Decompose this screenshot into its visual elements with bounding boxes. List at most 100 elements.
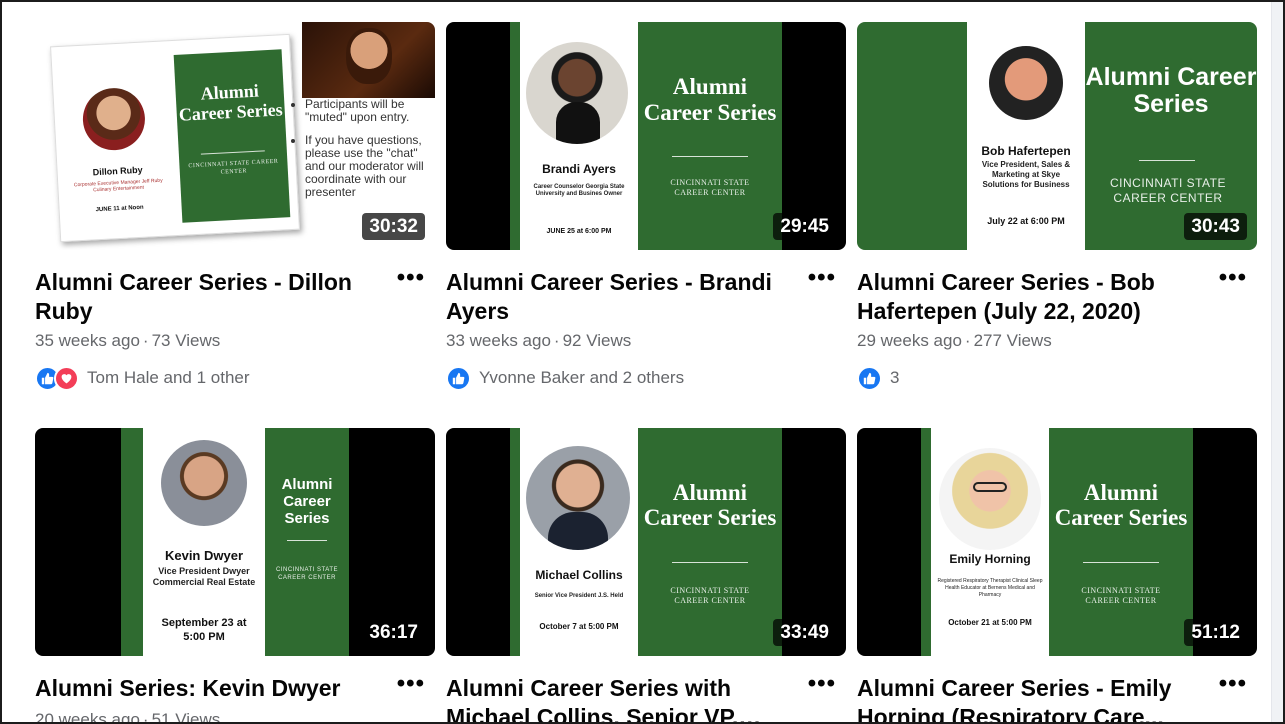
- vertical-scrollbar[interactable]: [1271, 2, 1283, 722]
- video-thumbnail[interactable]: Bob Hafertepen Vice President, Sales & M…: [857, 22, 1257, 250]
- reaction-icons: [857, 365, 882, 391]
- video-card[interactable]: Brandi Ayers Career Counselor Georgia St…: [446, 22, 846, 391]
- video-duration: 30:32: [362, 213, 425, 240]
- divider: [200, 150, 265, 155]
- green-panel: Alumni Career Series CINCINNATI STATE CA…: [638, 22, 782, 250]
- career-center-label: CINCINNATI STATE CAREER CENTER: [1081, 586, 1161, 605]
- more-options-icon[interactable]: •••: [1219, 672, 1247, 696]
- video-title-row: Alumni Career Series - Brandi Ayers •••: [446, 266, 846, 326]
- presenter-photo: [989, 46, 1063, 120]
- series-title: Alumni Career Series: [1054, 480, 1188, 530]
- career-center-label: CINCINNATI STATE CAREER CENTER: [276, 567, 338, 581]
- video-thumbnail[interactable]: Emily Horning Registered Respiratory The…: [857, 428, 1257, 656]
- presenter-photo: [526, 42, 628, 144]
- video-meta: 35 weeks ago · 73 Views: [35, 331, 220, 351]
- video-views: 277 Views: [973, 331, 1052, 350]
- love-icon: [54, 365, 79, 391]
- career-center-label: CINCINNATI STATE CAREER CENTER: [188, 158, 279, 176]
- video-grid: Dillon Ruby Corporate Executive Manager …: [0, 0, 1285, 724]
- separator: ·: [964, 331, 971, 350]
- video-card[interactable]: Dillon Ruby Corporate Executive Manager …: [35, 22, 435, 391]
- more-options-icon[interactable]: •••: [397, 672, 425, 696]
- reactions-row[interactable]: 3: [857, 365, 899, 391]
- reactions-text: 3: [890, 368, 900, 387]
- more-options-icon[interactable]: •••: [1219, 266, 1247, 290]
- divider: [287, 540, 327, 541]
- bullet-item: Participants will be "muted" upon entry.: [305, 98, 433, 124]
- presenter-photo: [526, 446, 630, 550]
- video-views: 92 Views: [562, 331, 632, 350]
- green-panel: Alumni Career Series CINCINNATI STATE CA…: [265, 428, 349, 656]
- event-date: JUNE 25 at 6:00 PM: [546, 228, 612, 235]
- presenter-photo: [81, 86, 147, 152]
- video-age: 20 weeks ago: [35, 710, 140, 724]
- event-date: October 7 at 5:00 PM: [539, 622, 619, 631]
- video-card[interactable]: Kevin Dwyer Vice President Dwyer Commerc…: [35, 428, 435, 722]
- reactions-row[interactable]: Yvonne Baker and 2 others: [446, 365, 684, 391]
- reactions-text: Tom Hale and 1 other: [87, 368, 250, 387]
- video-meta: 33 weeks ago · 92 Views: [446, 331, 631, 351]
- more-options-icon[interactable]: •••: [397, 266, 425, 290]
- presenter-name: Emily Horning: [949, 552, 1031, 566]
- event-date: JUNE 11 at Noon: [95, 204, 144, 214]
- presenter-name: Michael Collins: [535, 568, 623, 582]
- series-title: Alumni Career Series: [643, 74, 777, 125]
- green-strip: [510, 22, 520, 250]
- presenter-role: Vice President, Sales & Marketing at Sky…: [981, 160, 1071, 189]
- series-title: Alumni Career Series: [1085, 63, 1257, 118]
- video-age: 33 weeks ago: [446, 331, 551, 350]
- video-duration: 36:17: [362, 619, 425, 646]
- video-thumbnail[interactable]: Michael Collins Senior Vice President J.…: [446, 428, 846, 656]
- video-title[interactable]: Alumni Career Series - Bob Hafertepen (J…: [857, 268, 1202, 326]
- reactions-text: Yvonne Baker and 2 others: [479, 368, 685, 387]
- career-center-label: CINCINNATI STATE CAREER CENTER: [670, 586, 750, 605]
- video-card[interactable]: Michael Collins Senior Vice President J.…: [446, 428, 846, 722]
- shirt: [556, 102, 600, 144]
- bullet-item: If you have questions, please use the "c…: [305, 134, 433, 199]
- divider: [672, 156, 748, 157]
- video-card[interactable]: Emily Horning Registered Respiratory The…: [857, 428, 1257, 722]
- slide-white-panel: Bob Hafertepen Vice President, Sales & M…: [967, 22, 1085, 250]
- video-thumbnail[interactable]: Dillon Ruby Corporate Executive Manager …: [35, 22, 435, 250]
- video-title[interactable]: Alumni Career Series with Michael Collin…: [446, 674, 791, 722]
- video-thumbnail[interactable]: Kevin Dwyer Vice President Dwyer Commerc…: [35, 428, 435, 656]
- reactions-row[interactable]: Tom Hale and 1 other: [35, 365, 250, 391]
- green-strip: [921, 428, 931, 656]
- suit: [548, 512, 608, 550]
- divider: [1139, 160, 1195, 161]
- green-panel: Alumni Career Series CINCINNATI STATE CA…: [638, 428, 782, 656]
- video-card[interactable]: Bob Hafertepen Vice President, Sales & M…: [857, 22, 1257, 391]
- video-title[interactable]: Alumni Career Series - Dillon Ruby: [35, 268, 380, 326]
- slide-white-panel: Michael Collins Senior Vice President J.…: [520, 428, 638, 656]
- separator: ·: [553, 331, 560, 350]
- reaction-icons: [35, 365, 79, 391]
- presenter-photo: [939, 448, 1041, 550]
- video-title[interactable]: Alumni Career Series - Brandi Ayers: [446, 268, 791, 326]
- glasses: [973, 482, 1007, 492]
- video-title-row: Alumni Career Series with Michael Collin…: [446, 672, 846, 723]
- more-options-icon[interactable]: •••: [808, 266, 836, 290]
- presenter-role: Registered Respiratory Therapist Clinica…: [937, 578, 1043, 598]
- slide-bullets: Participants will be "muted" upon entry.…: [293, 98, 433, 209]
- series-title: Alumni Career Series: [643, 480, 777, 530]
- video-duration: 51:12: [1184, 619, 1247, 646]
- career-center-label: CINCINNATI STATE CAREER CENTER: [670, 178, 750, 197]
- video-thumbnail[interactable]: Brandi Ayers Career Counselor Georgia St…: [446, 22, 846, 250]
- like-icon: [446, 365, 471, 391]
- slide-white-panel: Brandi Ayers Career Counselor Georgia St…: [520, 22, 638, 250]
- green-strip: [121, 428, 143, 656]
- more-options-icon[interactable]: •••: [808, 672, 836, 696]
- presenter-name: Dillon Ruby: [92, 164, 143, 178]
- presenter-name: Brandi Ayers: [542, 162, 616, 176]
- slide-white-panel: Emily Horning Registered Respiratory The…: [931, 428, 1049, 656]
- slide-white-panel: Kevin Dwyer Vice President Dwyer Commerc…: [143, 428, 265, 656]
- green-panel: Alumni Career Series CINCINNATI STATE CA…: [173, 49, 291, 223]
- green-panel: Alumni Career Series CINCINNATI STATE CA…: [1049, 428, 1193, 656]
- video-meta: 20 weeks ago · 51 Views: [35, 710, 220, 724]
- video-age: 29 weeks ago: [857, 331, 962, 350]
- video-title[interactable]: Alumni Career Series - Emily Horning (Re…: [857, 674, 1202, 722]
- video-title[interactable]: Alumni Series: Kevin Dwyer: [35, 674, 380, 703]
- webcam-person: [346, 28, 392, 84]
- event-date: October 21 at 5:00 PM: [948, 618, 1032, 627]
- series-title: Alumni Career Series: [281, 476, 333, 527]
